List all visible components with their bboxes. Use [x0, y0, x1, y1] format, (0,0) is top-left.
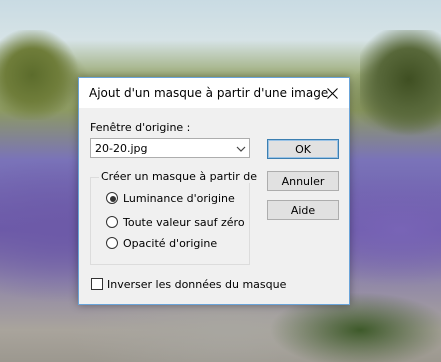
radio-label: Opacité d'origine: [123, 237, 218, 250]
chevron-down-icon: [236, 146, 246, 152]
ok-button[interactable]: OK: [267, 139, 339, 159]
dialog-title: Ajout d'un masque à partir d'une image: [89, 86, 329, 100]
dialog-titlebar: Ajout d'un masque à partir d'une image: [79, 78, 349, 108]
radio-any-nonzero[interactable]: Toute valeur sauf zéro: [106, 216, 246, 230]
close-button[interactable]: [319, 81, 345, 105]
invert-mask-label: Inverser les données du masque: [107, 278, 287, 291]
radio-circle: [106, 237, 118, 249]
radio-circle: [106, 216, 118, 228]
radio-label: Luminance d'origine: [123, 192, 235, 205]
radio-circle: [106, 192, 118, 204]
background-tree-left: [0, 30, 80, 120]
close-icon: [326, 87, 338, 99]
radio-label: Toute valeur sauf zéro: [123, 216, 245, 229]
mask-source-group-label: Créer un masque à partir de: [99, 170, 259, 183]
source-window-value: 20-20.jpg: [95, 142, 148, 155]
radio-source-luminance[interactable]: Luminance d'origine: [106, 192, 246, 206]
source-window-label: Fenêtre d'origine :: [90, 121, 191, 134]
radio-selected-dot: [110, 196, 116, 202]
source-window-select[interactable]: 20-20.jpg: [90, 138, 250, 158]
cancel-button[interactable]: Annuler: [267, 171, 339, 191]
background-tree-right: [360, 30, 441, 140]
invert-mask-checkbox[interactable]: Inverser les données du masque: [91, 278, 291, 292]
checkbox-box: [91, 278, 103, 290]
add-mask-dialog: Ajout d'un masque à partir d'une image F…: [78, 77, 350, 305]
help-button[interactable]: Aide: [267, 200, 339, 220]
radio-source-opacity[interactable]: Opacité d'origine: [106, 237, 246, 251]
